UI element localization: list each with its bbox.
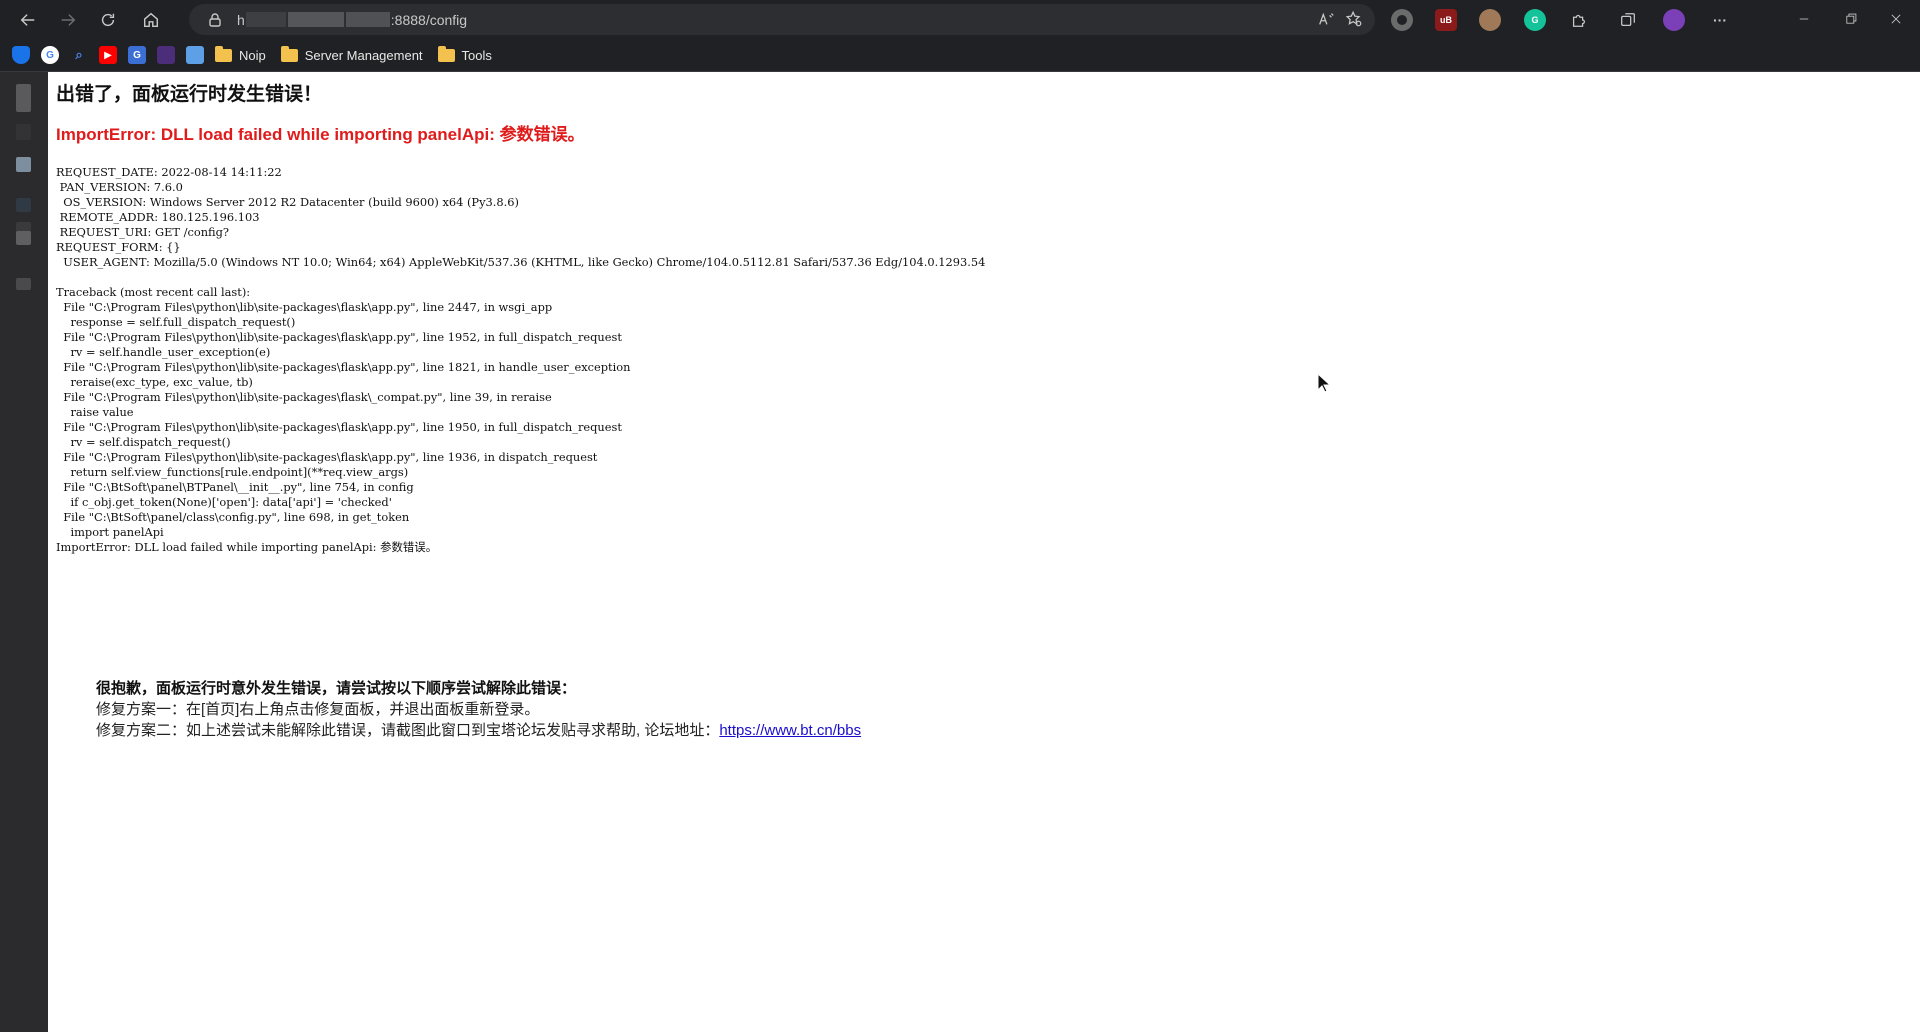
bookmark-translate-icon[interactable]: G	[128, 46, 146, 64]
traceback-line: File "C:\BtSoft\panel/class\config.py", …	[56, 510, 410, 524]
request-info-line: REMOTE_ADDR: 180.125.196.103	[56, 210, 260, 224]
traceback-line: File "C:\Program Files\python\lib\site-p…	[56, 390, 552, 404]
bookmark-stack-icon[interactable]	[157, 46, 175, 64]
minimize-icon	[1799, 18, 1809, 20]
url-text: h :8888/config	[237, 12, 467, 28]
bookmark-folder-server-management[interactable]: Server Management	[280, 45, 423, 63]
error-headline: ImportError: DLL load failed while impor…	[56, 125, 585, 144]
favorite-star-icon[interactable]	[1345, 10, 1363, 28]
restore-icon	[1846, 13, 1857, 24]
redacted-url-segment	[287, 12, 344, 27]
refresh-icon	[101, 13, 115, 26]
traceback-line: File "C:\BtSoft\panel\BTPanel\__init__.p…	[56, 480, 414, 494]
bookmark-chat-icon[interactable]	[186, 46, 204, 64]
tab-thumbnail[interactable]	[16, 124, 31, 140]
bookmarks-bar: G ⌕ ▶ G Noip Server Management Tools	[0, 39, 1920, 72]
page-content: 出错了，面板运行时发生错误！ ImportError: DLL load fai…	[48, 72, 1920, 1032]
tab-thumbnail[interactable]	[16, 84, 31, 112]
bookmark-label: Server Management	[304, 47, 423, 63]
request-info-line: REQUEST_DATE: 2022-08-14 14:11:22	[56, 165, 282, 179]
vertical-tabs-sidebar	[0, 72, 48, 1032]
close-button[interactable]	[1886, 9, 1906, 29]
read-aloud-icon[interactable]	[1317, 10, 1335, 28]
traceback-line: File "C:\Program Files\python\lib\site-p…	[56, 330, 622, 344]
folder-icon	[437, 45, 455, 62]
traceback-line: rv = self.dispatch_request()	[56, 435, 231, 449]
request-info-line: USER_AGENT: Mozilla/5.0 (Windows NT 10.0…	[56, 255, 986, 269]
help-block: 很抱歉，面板运行时意外发生错误，请尝试按以下顺序尝试解除此错误： 修复方案一：在…	[96, 678, 861, 741]
request-info-line: PAN_VERSION: 7.6.0	[56, 180, 183, 194]
traceback-line: return self.view_functions[rule.endpoint…	[56, 465, 409, 479]
redacted-url-segment	[345, 12, 390, 27]
fix-option-2: 修复方案二：如上述尝试未能解除此错误，请截图此窗口到宝塔论坛发贴寻求帮助, 论坛…	[96, 720, 861, 741]
lock-icon	[209, 12, 221, 27]
home-icon	[143, 12, 159, 27]
bookmark-shield-icon[interactable]	[12, 46, 30, 64]
bookmark-search-icon[interactable]: ⌕	[70, 46, 88, 64]
page-title: 出错了，面板运行时发生错误！	[56, 84, 323, 105]
traceback-line: raise value	[56, 405, 134, 419]
traceback-line: Traceback (most recent call last):	[56, 285, 251, 299]
traceback-line: File "C:\Program Files\python\lib\site-p…	[56, 450, 598, 464]
bookmark-label: Noip	[239, 47, 266, 63]
grammarly-icon[interactable]: G	[1524, 9, 1546, 31]
folder-icon	[280, 45, 298, 62]
url-prefix: h	[237, 11, 245, 28]
extensions-puzzle-icon[interactable]	[1568, 9, 1590, 31]
url-suffix: :8888/config	[390, 11, 468, 28]
address-bar[interactable]: h :8888/config	[189, 4, 1375, 35]
traceback-line: File "C:\Program Files\python\lib\site-p…	[56, 360, 631, 374]
extension-circle-icon[interactable]	[1391, 9, 1413, 31]
bookmark-google-icon[interactable]: G	[41, 46, 59, 64]
tab-thumbnail[interactable]	[16, 278, 31, 290]
tab-thumbnail[interactable]	[16, 157, 31, 172]
back-button[interactable]	[10, 5, 46, 35]
traceback-line: reraise(exc_type, exc_value, tb)	[56, 375, 253, 389]
error-detail: REQUEST_DATE: 2022-08-14 14:11:22 PAN_VE…	[56, 165, 1912, 555]
traceback-line: rv = self.handle_user_exception(e)	[56, 345, 271, 359]
browser-toolbar: h :8888/config uB G ···	[0, 0, 1920, 39]
bookmark-youtube-icon[interactable]: ▶	[99, 46, 117, 64]
profile-avatar[interactable]	[1663, 9, 1685, 31]
collections-icon[interactable]	[1617, 9, 1639, 31]
traceback-line: File "C:\Program Files\python\lib\site-p…	[56, 300, 553, 314]
request-info-line: OS_VERSION: Windows Server 2012 R2 Datac…	[56, 195, 519, 209]
traceback-line: import panelApi	[56, 525, 164, 539]
redacted-url-segment	[245, 12, 286, 27]
minimize-button[interactable]	[1794, 9, 1814, 29]
arrow-left-icon	[20, 13, 35, 26]
arrow-right-icon	[61, 13, 76, 26]
extension-face-icon[interactable]	[1479, 9, 1501, 31]
bookmark-folder-noip[interactable]: Noip	[215, 45, 266, 63]
restore-button[interactable]	[1841, 9, 1861, 29]
request-info-line: REQUEST_URI: GET /config?	[56, 225, 230, 239]
request-info-line: REQUEST_FORM: {}	[56, 240, 181, 254]
mouse-cursor-icon	[1317, 373, 1331, 393]
forum-link[interactable]: https://www.bt.cn/bbs	[719, 722, 861, 739]
bookmark-folder-tools[interactable]: Tools	[437, 45, 492, 63]
tab-thumbnail[interactable]	[16, 231, 31, 245]
fix-option-1: 修复方案一：在[首页]右上角点击修复面板，并退出面板重新登录。	[96, 701, 540, 718]
traceback-line: response = self.full_dispatch_request()	[56, 315, 296, 329]
tab-thumbnail[interactable]	[16, 198, 31, 212]
traceback-line: ImportError: DLL load failed while impor…	[56, 540, 438, 554]
traceback-line: File "C:\Program Files\python\lib\site-p…	[56, 420, 622, 434]
home-button[interactable]	[133, 5, 169, 35]
folder-icon	[215, 45, 232, 62]
bookmark-label: Tools	[461, 47, 492, 63]
ublock-icon[interactable]: uB	[1435, 9, 1457, 31]
traceback-line: if c_obj.get_token(None)['open']: data['…	[56, 495, 392, 509]
help-heading: 很抱歉，面板运行时意外发生错误，请尝试按以下顺序尝试解除此错误：	[96, 680, 577, 697]
refresh-button[interactable]	[90, 5, 126, 35]
forward-button[interactable]	[50, 5, 86, 35]
close-icon	[1891, 14, 1901, 24]
fix-option-2-text: 修复方案二：如上述尝试未能解除此错误，请截图此窗口到宝塔论坛发贴寻求帮助, 论坛…	[96, 722, 720, 739]
more-options-icon[interactable]: ···	[1709, 9, 1731, 31]
